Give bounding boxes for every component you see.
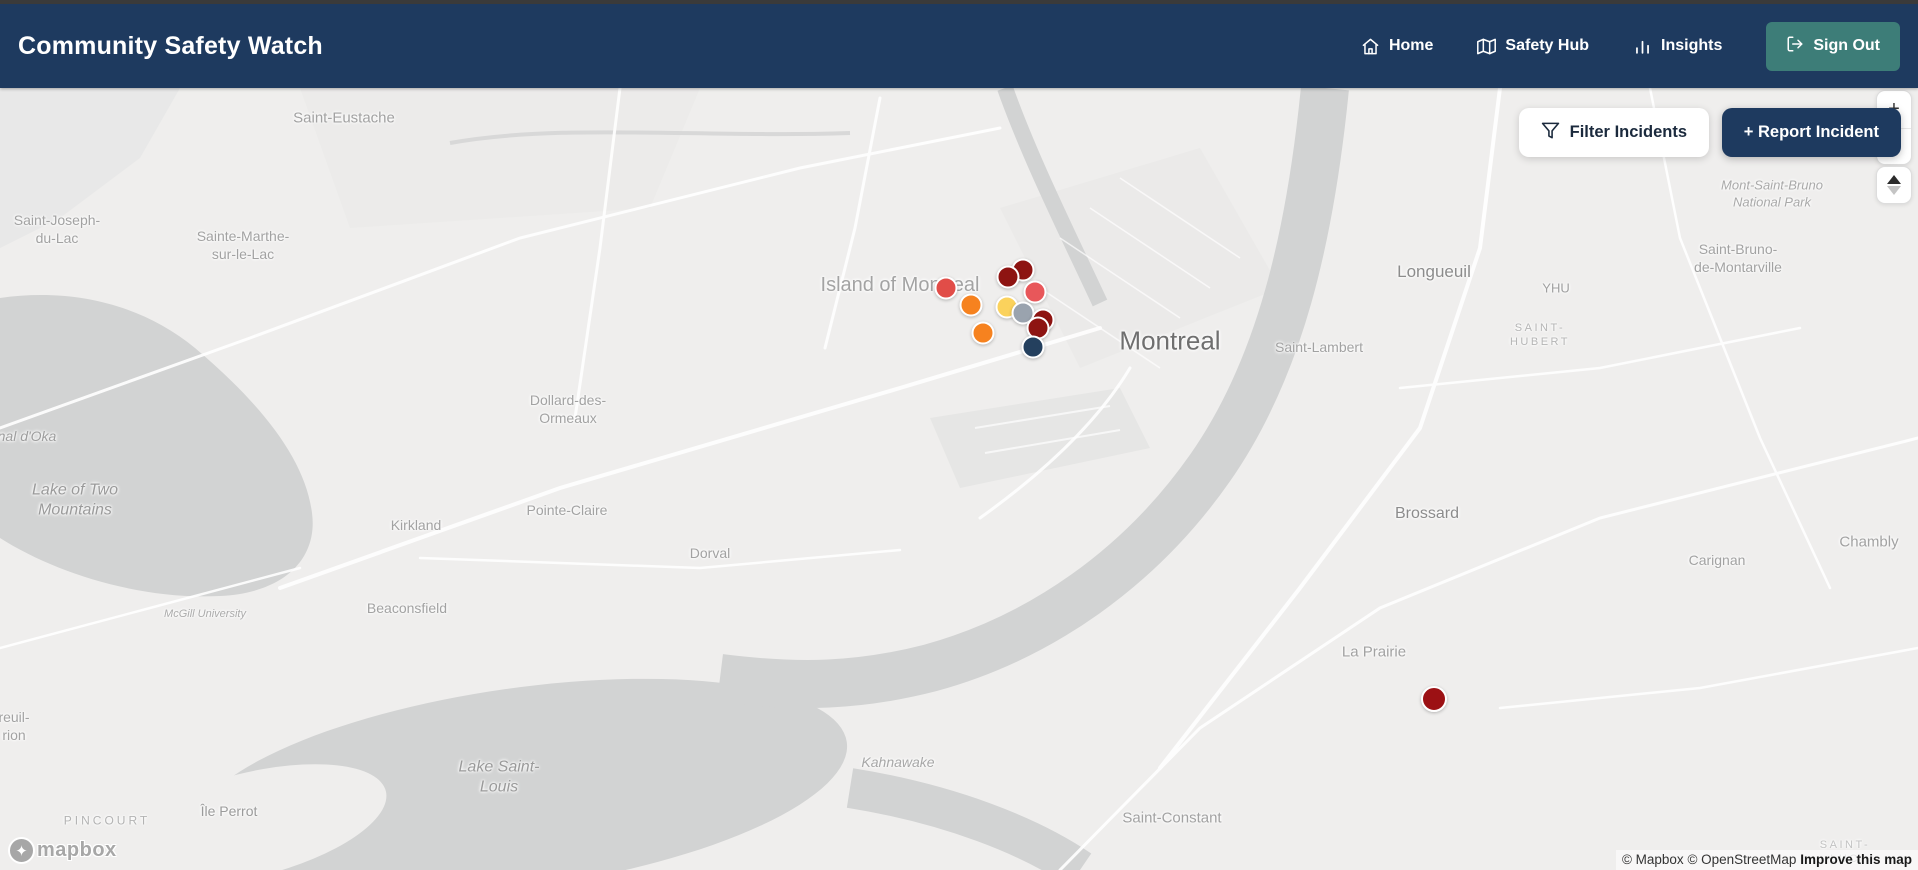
filter-incidents-button[interactable]: Filter Incidents	[1518, 108, 1709, 157]
funnel-icon	[1541, 121, 1560, 145]
nav-home[interactable]: Home	[1361, 37, 1433, 56]
logout-icon	[1786, 35, 1804, 58]
mapbox-logo[interactable]: ✦ mapbox	[8, 837, 117, 864]
filter-incidents-label: Filter Incidents	[1569, 123, 1687, 141]
pitch-toggle-button[interactable]	[1877, 167, 1911, 203]
incident-marker[interactable]	[971, 321, 995, 345]
map-icon	[1477, 37, 1497, 56]
mapbox-logo-icon: ✦	[8, 837, 35, 864]
window-chrome-strip	[0, 0, 1918, 4]
arrow-down-icon	[1887, 186, 1901, 195]
incident-marker[interactable]	[1023, 280, 1047, 304]
mapbox-logo-word: mapbox	[37, 839, 117, 861]
app-title: Community Safety Watch	[18, 31, 323, 60]
sign-out-label: Sign Out	[1813, 37, 1880, 54]
incident-marker[interactable]	[1421, 686, 1447, 712]
incident-marker[interactable]	[959, 293, 983, 317]
attribution-mapbox-link[interactable]: © Mapbox	[1622, 852, 1684, 867]
home-icon	[1361, 37, 1380, 56]
nav-insights[interactable]: Insights	[1633, 37, 1722, 56]
map[interactable]: Filter Incidents + Report Incident + − ✦…	[0, 88, 1918, 870]
basemap-graphic	[0, 88, 1918, 870]
arrow-up-icon	[1887, 175, 1901, 184]
nav-home-label: Home	[1388, 37, 1434, 54]
attribution-osm-link[interactable]: © OpenStreetMap	[1687, 852, 1796, 867]
main-nav: Home Safety Hub Insights Sign Out	[1361, 4, 1900, 88]
incident-marker[interactable]	[1021, 335, 1045, 359]
nav-safety-hub-label: Safety Hub	[1505, 37, 1589, 54]
attribution-improve-link[interactable]: Improve this map	[1800, 852, 1912, 867]
pitch-control	[1876, 166, 1912, 204]
report-incident-button[interactable]: + Report Incident	[1721, 108, 1901, 157]
nav-safety-hub[interactable]: Safety Hub	[1477, 37, 1589, 56]
nav-insights-label: Insights	[1661, 37, 1723, 54]
map-attribution: © Mapbox © OpenStreetMap Improve this ma…	[1615, 850, 1918, 870]
sign-out-button[interactable]: Sign Out	[1766, 21, 1900, 71]
report-incident-label: + Report Incident	[1743, 123, 1879, 141]
bar-chart-icon	[1633, 37, 1652, 56]
app-header: Community Safety Watch Home Safety Hub I…	[0, 4, 1918, 88]
incident-marker[interactable]	[934, 276, 958, 300]
incident-marker[interactable]	[996, 265, 1020, 289]
